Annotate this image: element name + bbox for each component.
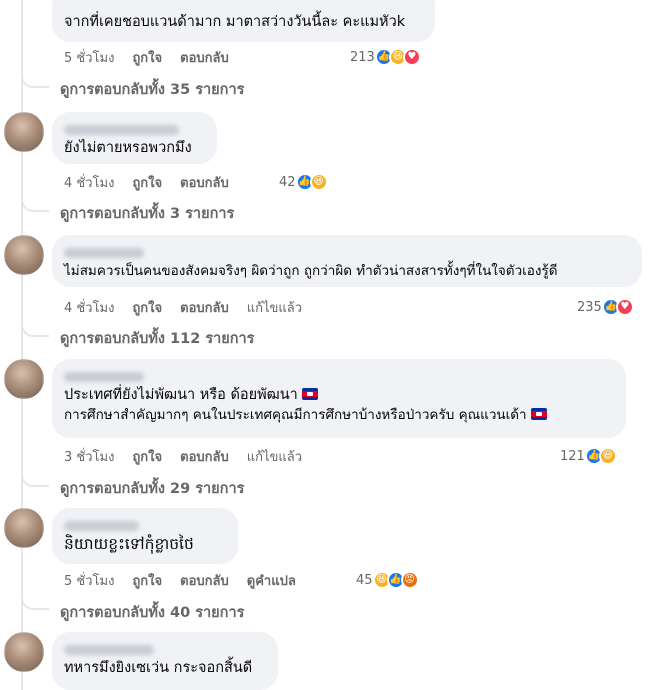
comment-bubble: ประเทศที่ยังไม่พัฒนา หรือ ด้อยพัฒนา การศ…: [52, 359, 626, 438]
avatar[interactable]: [4, 235, 44, 275]
comment-bubble: จากที่เคยชอบแวนด้ามาก มาตาสว่างวันนี้ละ …: [52, 0, 435, 42]
reaction-summary[interactable]: 42 👍 😆: [279, 172, 328, 192]
timestamp[interactable]: 4 ชั่วโมง: [64, 297, 114, 318]
reaction-count: 121: [560, 448, 585, 464]
comment-text: ประเทศที่ยังไม่พัฒนา หรือ ด้อยพัฒนา: [64, 387, 298, 403]
cambodia-flag-icon: [530, 408, 547, 420]
reaction-summary[interactable]: 235 👍 ♥: [577, 297, 634, 317]
reply-button[interactable]: ตอบกลับ: [180, 47, 229, 68]
timestamp[interactable]: 3 ชั่วโมง: [64, 446, 114, 467]
comment-text: និយាយខ្លះទៅកុំខ្លាចថៃ: [64, 535, 194, 553]
comment-text-line: ประเทศที่ยังไม่พัฒนา หรือ ด้อยพัฒนา: [64, 385, 614, 405]
view-replies-link[interactable]: ดูการตอบกลับทั้ง 3 รายการ: [60, 202, 234, 225]
haha-icon: 😆: [309, 173, 328, 191]
view-replies-link[interactable]: ดูการตอบกลับทั้ง 35 รายการ: [60, 78, 244, 101]
comment-actions: 5 ชั่วโมง ถูกใจ ตอบกลับ: [64, 47, 247, 67]
like-button[interactable]: ถูกใจ: [132, 446, 162, 467]
reply-connector: [21, 594, 49, 610]
comment-text: ไม่สมควรเป็นคนของสังคมจริงๆ ผิดว่าถูก ถู…: [64, 263, 558, 279]
angry-icon: 😡: [400, 571, 419, 589]
reply-connector: [21, 196, 49, 212]
timestamp[interactable]: 5 ชั่วโมง: [64, 570, 114, 591]
comment-text: การศึกษาสำคัญมากๆ คนในประเทศคุณมีการศึกษ…: [64, 407, 527, 423]
reaction-summary[interactable]: 121 👍 😆: [560, 446, 617, 466]
reply-button[interactable]: ตอบกลับ: [180, 446, 229, 467]
reply-button[interactable]: ตอบกลับ: [180, 297, 229, 318]
timestamp[interactable]: 4 ชั่วโมง: [64, 172, 114, 193]
comment-text-line: การศึกษาสำคัญมากๆ คนในประเทศคุณมีการศึกษ…: [64, 405, 614, 425]
comment-bubble: ยังไม่ตายหรอพวกมึง: [52, 112, 217, 164]
thread-line: [21, 0, 23, 690]
author-name-blurred[interactable]: [64, 243, 630, 258]
like-button[interactable]: ถูกใจ: [132, 172, 162, 193]
reaction-count: 42: [279, 174, 296, 190]
avatar[interactable]: [4, 508, 44, 548]
reaction-count: 213: [350, 49, 375, 65]
author-name-blurred[interactable]: [64, 516, 226, 531]
cambodia-flag-icon: [302, 388, 319, 400]
comment-actions: 3 ชั่วโมง ถูกใจ ตอบกลับ แก้ไขแล้ว: [64, 446, 320, 466]
reaction-summary[interactable]: 213 👍 😆 ♥: [350, 47, 421, 67]
like-button[interactable]: ถูกใจ: [132, 47, 162, 68]
see-translation-button[interactable]: ดูคำแปล: [247, 570, 296, 591]
comment-text: ทหารมึงยิงเซเว่น กระจอกสิ้นดี: [64, 660, 253, 676]
edited-label: แก้ไขแล้ว: [246, 449, 303, 465]
love-icon: ♥: [615, 298, 634, 316]
reaction-count: 235: [577, 299, 602, 315]
comment-actions: 5 ชั่วโมง ถูกใจ ตอบกลับ ดูคำแปล: [64, 570, 314, 590]
reply-connector: [21, 321, 49, 337]
view-replies-link[interactable]: ดูการตอบกลับทั้ง 112 รายการ: [60, 327, 254, 350]
like-button[interactable]: ถูกใจ: [132, 297, 162, 318]
avatar[interactable]: [4, 112, 44, 152]
comment-bubble: ทหารมึงยิงเซเว่น กระจอกสิ้นดี: [52, 632, 278, 690]
reply-connector: [21, 471, 49, 487]
comment-bubble: ไม่สมควรเป็นคนของสังคมจริงๆ ผิดว่าถูก ถู…: [52, 235, 642, 287]
haha-icon: 😆: [598, 447, 617, 465]
view-replies-link[interactable]: ดูการตอบกลับทั้ง 29 รายการ: [60, 477, 244, 500]
comment-actions: 4 ชั่วโมง ถูกใจ ตอบกลับ: [64, 172, 247, 192]
edited-label: แก้ไขแล้ว: [246, 300, 303, 316]
view-replies-link[interactable]: ดูการตอบกลับทั้ง 40 รายการ: [60, 601, 244, 624]
comment-bubble: និយាយខ្លះទៅកុំខ្លាចថៃ: [52, 508, 238, 564]
timestamp[interactable]: 5 ชั่วโมง: [64, 47, 114, 68]
avatar[interactable]: [4, 632, 44, 672]
like-button[interactable]: ถูกใจ: [132, 570, 162, 591]
author-name-blurred[interactable]: [64, 640, 266, 655]
reply-button[interactable]: ตอบกลับ: [180, 172, 229, 193]
reply-button[interactable]: ตอบกลับ: [180, 570, 229, 591]
comment-text: จากที่เคยชอบแวนด้ามาก มาตาสว่างวันนี้ละ …: [64, 14, 406, 30]
author-name-blurred[interactable]: [64, 367, 614, 382]
reaction-count: 45: [356, 572, 373, 588]
reaction-summary[interactable]: 45 😆 👍 😡: [356, 570, 419, 590]
love-icon: ♥: [402, 48, 421, 66]
avatar[interactable]: [4, 359, 44, 399]
comment-actions: 4 ชั่วโมง ถูกใจ ตอบกลับ แก้ไขแล้ว: [64, 297, 320, 317]
comment-text: ยังไม่ตายหรอพวกมึง: [64, 140, 192, 156]
reply-connector: [21, 72, 49, 88]
author-name-blurred[interactable]: [64, 120, 205, 135]
